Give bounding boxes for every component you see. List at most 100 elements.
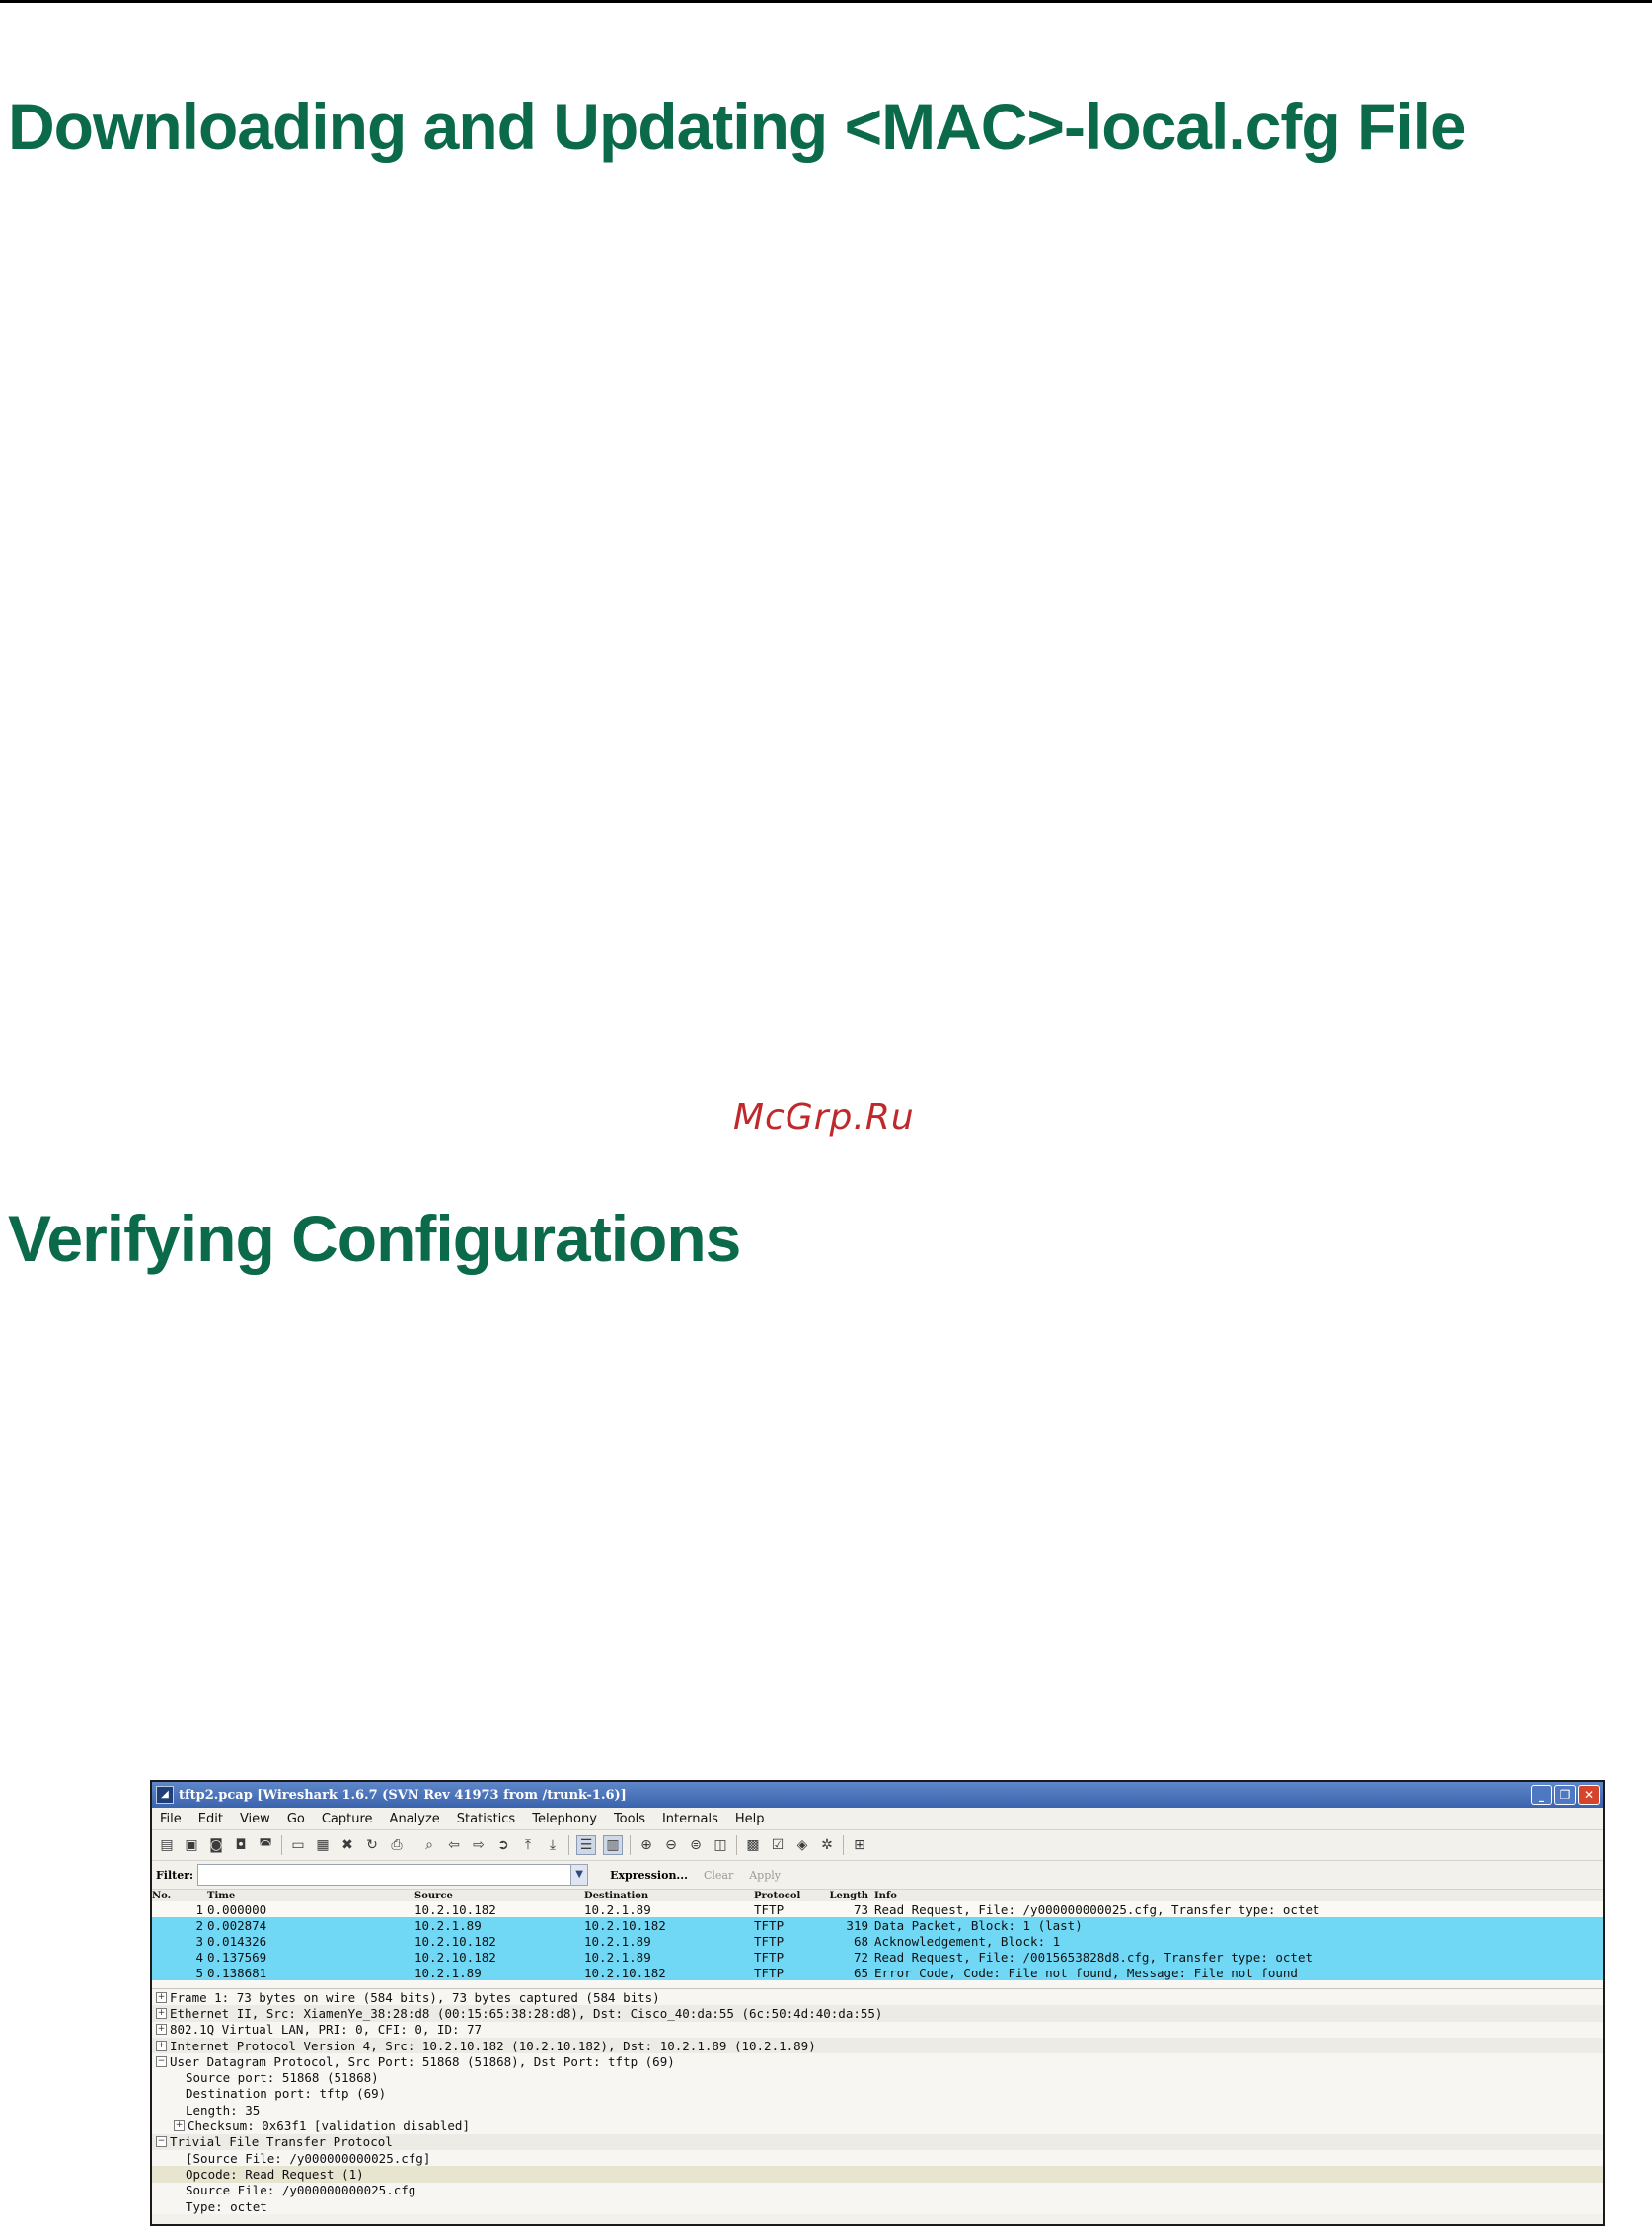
open-folder-icon[interactable]: ▭ <box>289 1836 307 1854</box>
tree-item-label: Source File: /y000000000025.cfg <box>186 2183 416 2198</box>
packet-row[interactable]: 3 0.014326 10.2.10.182 10.2.1.89 TFTP 68… <box>152 1933 1603 1949</box>
tree-item-destination-port[interactable]: Destination port: tftp (69) <box>152 2085 1603 2103</box>
tree-item-frame[interactable]: + Frame 1: 73 bytes on wire (584 bits), 7… <box>152 1989 1603 2006</box>
tree-item-tftp-source-file-generated[interactable]: [Source File: /y000000000025.cfg] <box>152 2149 1603 2167</box>
collapse-minus-icon[interactable]: − <box>156 2055 167 2067</box>
col-destination[interactable]: Destination <box>584 1891 754 1901</box>
expand-plus-icon[interactable]: + <box>156 2040 167 2051</box>
close-file-icon[interactable]: ✖ <box>338 1836 356 1854</box>
pane-divider[interactable] <box>152 1980 1603 1989</box>
print-icon[interactable]: ⎙ <box>388 1836 406 1854</box>
expand-plus-icon[interactable]: + <box>156 2024 167 2036</box>
window-titlebar[interactable]: ◢ tftp2.pcap [Wireshark 1.6.7 (SVN Rev 4… <box>152 1782 1603 1808</box>
interfaces-icon[interactable]: ▤ <box>158 1836 176 1854</box>
filter-label: Filter: <box>156 1868 194 1882</box>
chevron-down-icon[interactable]: ▼ <box>570 1864 589 1886</box>
packet-destination: 10.2.1.89 <box>584 1949 651 1965</box>
packet-no: 3 <box>195 1933 203 1949</box>
tree-item-checksum[interactable]: + Checksum: 0x63f1 [validation disabled] <box>152 2118 1603 2134</box>
tree-item-source-file[interactable]: Source File: /y000000000025.cfg <box>152 2182 1603 2198</box>
menu-go[interactable]: Go <box>287 1812 305 1826</box>
start-capture-icon[interactable]: ◙ <box>207 1836 225 1854</box>
zoom-out-icon[interactable]: ⊖ <box>662 1836 680 1854</box>
first-packet-icon[interactable]: ⤒ <box>519 1836 537 1854</box>
tree-item-ipv4[interactable]: + Internet Protocol Version 4, Src: 10.2.… <box>152 2037 1603 2054</box>
apply-button[interactable]: Apply <box>749 1869 781 1882</box>
restore-button[interactable]: ❐ <box>1554 1785 1576 1805</box>
packet-row[interactable]: 2 0.002874 10.2.1.89 10.2.10.182 TFTP 31… <box>152 1917 1603 1933</box>
tree-item-tftp[interactable]: − Trivial File Transfer Protocol <box>152 2133 1603 2150</box>
go-forward-icon[interactable]: ⇨ <box>470 1836 488 1854</box>
col-no[interactable]: No. <box>152 1891 203 1901</box>
menu-edit[interactable]: Edit <box>198 1812 223 1826</box>
tree-item-ethernet[interactable]: + Ethernet II, Src: XiamenYe_38:28:d8 (00… <box>152 2005 1603 2022</box>
expand-plus-icon[interactable]: + <box>174 2120 185 2132</box>
menu-tools[interactable]: Tools <box>614 1812 645 1826</box>
tree-item-label: Ethernet II, Src: XiamenYe_38:28:d8 (00:… <box>170 2005 883 2021</box>
colorize-icon[interactable]: ☰ <box>576 1835 596 1855</box>
col-protocol[interactable]: Protocol <box>754 1891 811 1901</box>
tree-item-label: Internet Protocol Version 4, Src: 10.2.1… <box>170 2038 816 2053</box>
tree-item-udp[interactable]: − User Datagram Protocol, Src Port: 51868… <box>152 2053 1603 2070</box>
go-back-icon[interactable]: ⇦ <box>445 1836 463 1854</box>
tree-item-label: User Datagram Protocol, Src Port: 51868 … <box>170 2053 675 2069</box>
tree-item-opcode[interactable]: Opcode: Read Request (1) <box>152 2166 1603 2183</box>
capture-options-icon[interactable]: ▣ <box>183 1836 200 1854</box>
tree-item-label: Length: 35 <box>186 2102 261 2118</box>
tree-item-length[interactable]: Length: 35 <box>152 2102 1603 2119</box>
display-filters-icon[interactable]: ☑ <box>769 1836 787 1854</box>
go-to-packet-icon[interactable]: ➲ <box>494 1836 512 1854</box>
capture-filters-icon[interactable]: ▩ <box>744 1836 762 1854</box>
tree-item-label: Opcode: Read Request (1) <box>186 2166 364 2182</box>
packet-no: 2 <box>195 1917 203 1933</box>
col-time[interactable]: Time <box>203 1891 414 1901</box>
packet-row[interactable]: 4 0.137569 10.2.10.182 10.2.1.89 TFTP 72… <box>152 1949 1603 1965</box>
clear-button[interactable]: Clear <box>704 1869 733 1882</box>
coloring-rules-icon[interactable]: ◈ <box>793 1836 811 1854</box>
expand-plus-icon[interactable]: + <box>156 1991 167 2003</box>
help-icon[interactable]: ⊞ <box>851 1836 868 1854</box>
save-icon[interactable]: ▦ <box>314 1836 332 1854</box>
menu-statistics[interactable]: Statistics <box>457 1812 515 1826</box>
resize-columns-icon[interactable]: ◫ <box>712 1836 729 1854</box>
stop-capture-icon[interactable]: ◘ <box>232 1836 250 1854</box>
packet-info: Read Request, File: /y000000000025.cfg, … <box>874 1901 1320 1917</box>
packet-time: 0.002874 <box>207 1917 267 1933</box>
packet-row[interactable]: 5 0.138681 10.2.1.89 10.2.10.182 TFTP 65… <box>152 1965 1603 1980</box>
filter-input[interactable]: ▼ <box>197 1864 589 1886</box>
menu-analyze[interactable]: Analyze <box>390 1812 440 1826</box>
tree-item-type[interactable]: Type: octet <box>152 2197 1603 2215</box>
tree-item-vlan[interactable]: +802.1Q Virtual LAN, PRI: 0, CFI: 0, ID:… <box>152 2021 1603 2038</box>
zoom-normal-icon[interactable]: ⊜ <box>687 1836 705 1854</box>
find-icon[interactable]: ⌕ <box>420 1836 438 1854</box>
zoom-in-icon[interactable]: ⊕ <box>638 1836 655 1854</box>
packet-list: No. Time Source Destination Protocol Len… <box>152 1890 1603 1980</box>
minimize-button[interactable]: _ <box>1531 1785 1552 1805</box>
last-packet-icon[interactable]: ⤓ <box>544 1836 562 1854</box>
col-info[interactable]: Info <box>874 1891 1603 1901</box>
toolbar-separator <box>843 1835 844 1855</box>
menu-capture[interactable]: Capture <box>322 1812 373 1826</box>
packet-length: 73 <box>853 1901 868 1917</box>
expand-plus-icon[interactable]: + <box>156 2007 167 2019</box>
restart-capture-icon[interactable]: ◚ <box>257 1836 274 1854</box>
tree-item-source-port[interactable]: Source port: 51868 (51868) <box>152 2069 1603 2086</box>
menu-internals[interactable]: Internals <box>662 1812 718 1826</box>
preferences-icon[interactable]: ✲ <box>818 1836 836 1854</box>
toolbar-separator <box>630 1835 631 1855</box>
menu-telephony[interactable]: Telephony <box>532 1812 597 1826</box>
menu-file[interactable]: File <box>160 1812 182 1826</box>
col-source[interactable]: Source <box>414 1891 584 1901</box>
collapse-minus-icon[interactable]: − <box>156 2136 167 2148</box>
packet-info: Error Code, Code: File not found, Messag… <box>874 1965 1298 1980</box>
expression-button[interactable]: Expression... <box>610 1869 688 1882</box>
packet-protocol: TFTP <box>754 1933 785 1949</box>
packet-row[interactable]: 1 0.000000 10.2.10.182 10.2.1.89 TFTP 73… <box>152 1901 1603 1917</box>
menu-view[interactable]: View <box>240 1812 270 1826</box>
auto-scroll-icon[interactable]: ▥ <box>603 1835 623 1855</box>
packet-no: 4 <box>195 1949 203 1965</box>
menu-help[interactable]: Help <box>735 1812 765 1826</box>
close-button[interactable]: ✕ <box>1578 1785 1600 1805</box>
reload-icon[interactable]: ↻ <box>363 1836 381 1854</box>
col-length[interactable]: Length <box>811 1891 874 1901</box>
